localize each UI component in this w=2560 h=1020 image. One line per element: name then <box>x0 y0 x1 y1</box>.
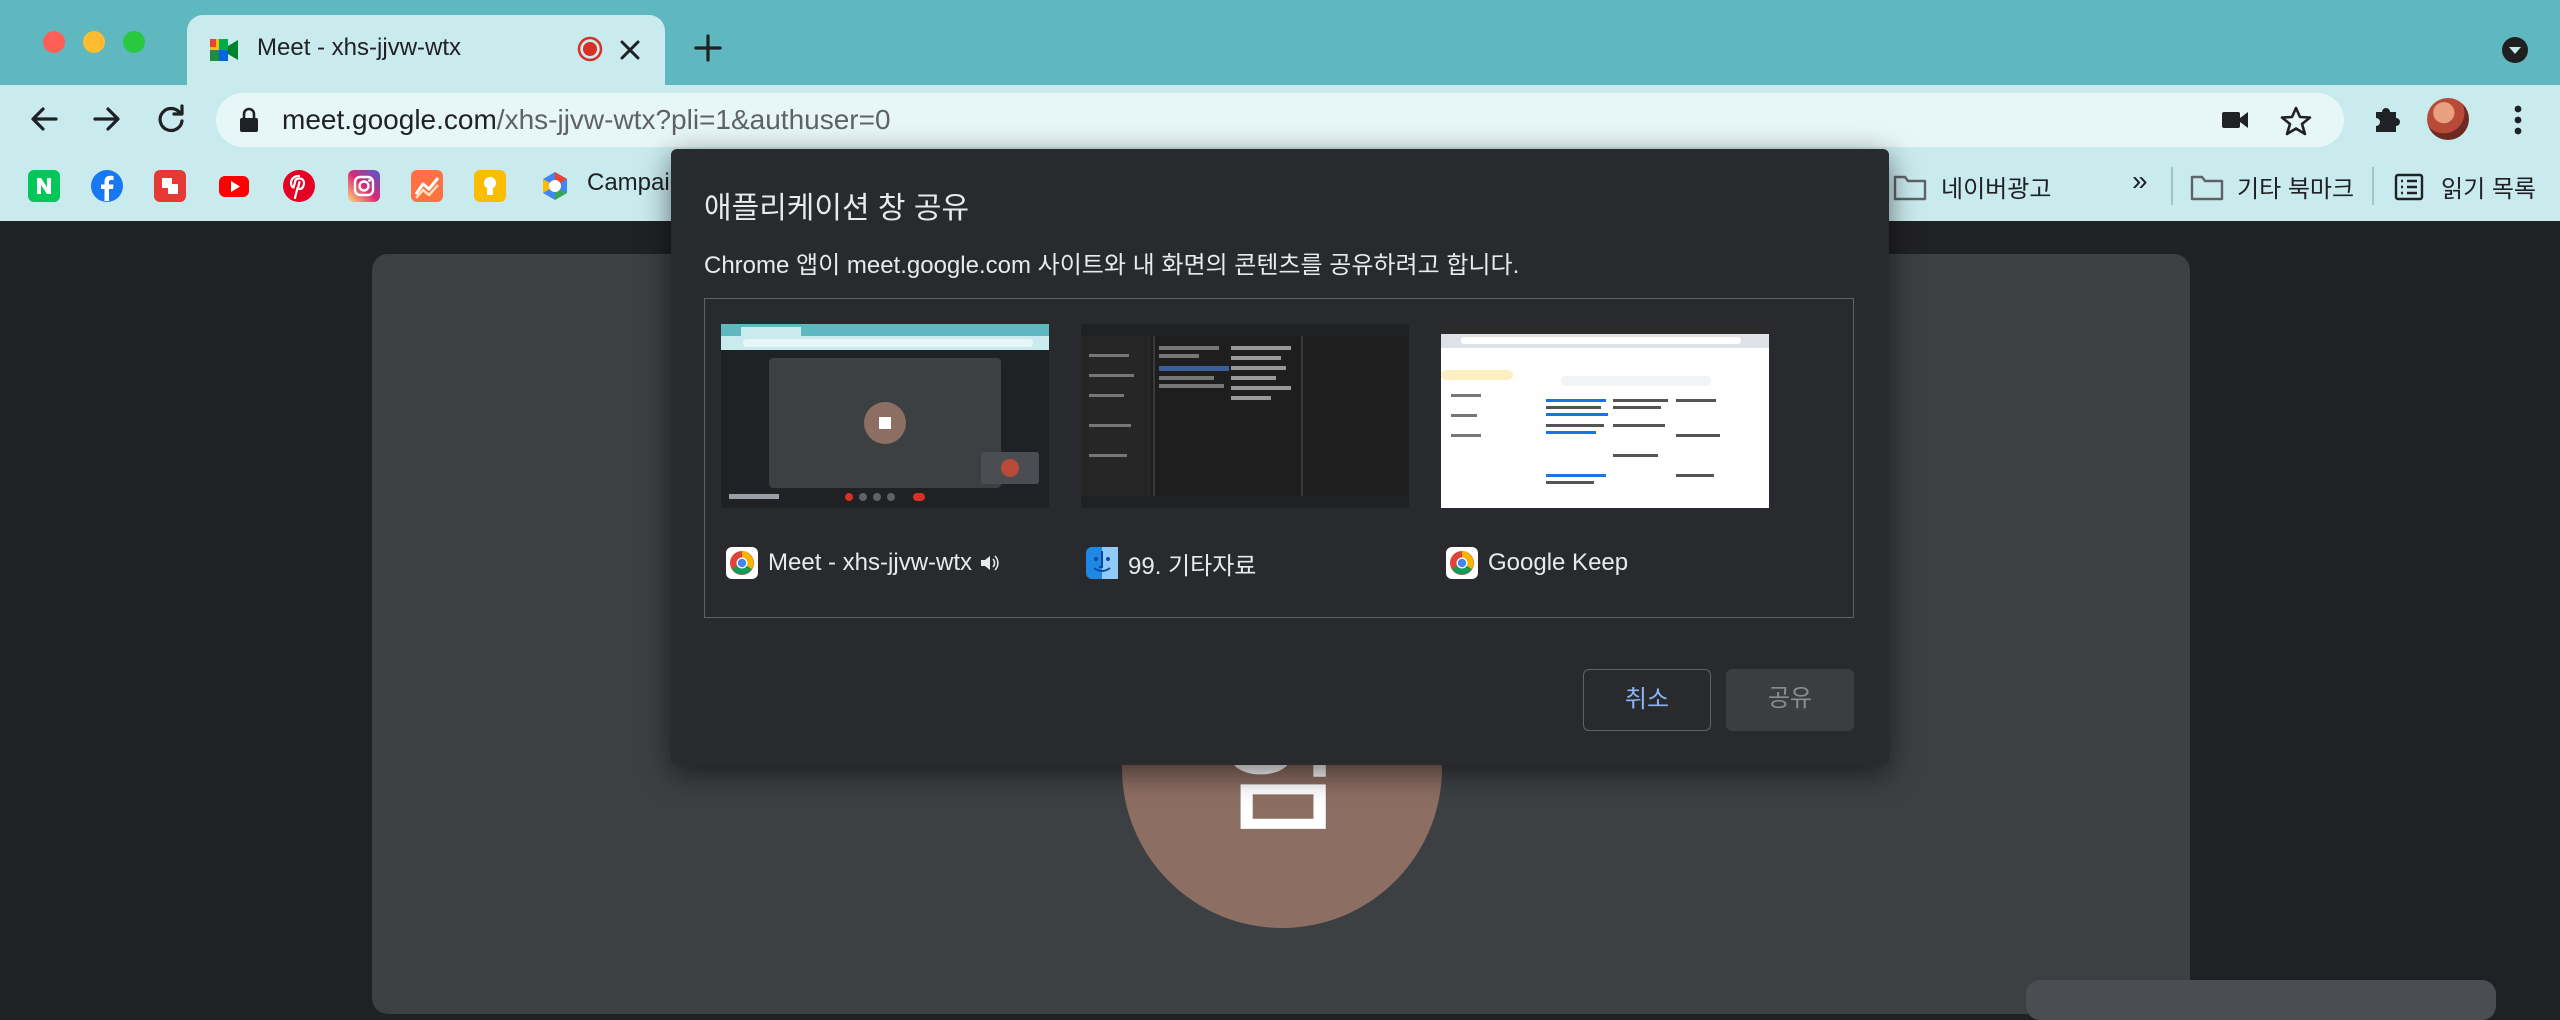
tab-meet[interactable]: Meet - xhs-jjvw-wtx <box>187 15 665 85</box>
bookmarks-overflow-button[interactable]: » <box>2132 165 2148 197</box>
share-window-dialog: 애플리케이션 창 공유 Chrome 앱이 meet.google.com 사이… <box>671 149 1889 765</box>
window-option-meet[interactable]: Meet - xhs-jjvw-wtx <box>721 324 1051 579</box>
bookmark-folder-naver-ads[interactable]: 네이버광고 <box>1941 169 2051 204</box>
tab-strip: Meet - xhs-jjvw-wtx <box>0 0 2560 85</box>
close-window-button[interactable] <box>43 31 65 53</box>
window-picker: Meet - xhs-jjvw-wtx 99. 기타자료 Google Keep <box>704 298 1854 618</box>
folder-icon[interactable] <box>1893 173 1927 201</box>
window-thumbnail-finder <box>1081 324 1409 508</box>
close-tab-icon[interactable] <box>617 37 643 63</box>
more-menu-icon[interactable] <box>2503 102 2533 138</box>
pinterest-icon[interactable] <box>283 170 315 202</box>
bookmark-campaign-label[interactable]: Campai <box>587 169 670 197</box>
window-title-finder: 99. 기타자료 <box>1128 552 1257 580</box>
bookmark-separator <box>2171 167 2173 205</box>
profile-avatar[interactable] <box>2427 98 2469 140</box>
audio-playing-icon <box>981 555 999 571</box>
other-bookmarks-label[interactable]: 기타 북마크 <box>2237 169 2354 204</box>
cancel-button[interactable]: 취소 <box>1583 669 1711 731</box>
bookmark-star-icon[interactable] <box>2280 105 2312 137</box>
red-app-icon[interactable] <box>154 170 186 202</box>
recording-icon <box>577 36 603 62</box>
window-label-finder: 99. 기타자료 <box>1086 546 1256 580</box>
campaign-icon[interactable] <box>539 170 571 202</box>
window-option-finder[interactable]: 99. 기타자료 <box>1081 324 1411 580</box>
window-label-google-keep: Google Keep <box>1446 546 1628 580</box>
other-bookmarks-folder-icon[interactable] <box>2190 173 2224 201</box>
reload-icon[interactable] <box>153 101 189 137</box>
reading-list-icon[interactable] <box>2393 173 2427 201</box>
toolbar: meet.google.com/xhs-jjvw-wtx?pli=1&authu… <box>0 85 2560 153</box>
window-option-google-keep[interactable]: Google Keep <box>1441 324 1771 579</box>
tab-title: Meet - xhs-jjvw-wtx <box>257 34 462 61</box>
keep-icon[interactable] <box>474 170 506 202</box>
window-title-meet: Meet - xhs-jjvw-wtx <box>768 549 973 576</box>
tab-search-icon[interactable] <box>2500 35 2530 65</box>
forward-icon[interactable] <box>89 101 125 137</box>
chrome-icon <box>1446 547 1478 579</box>
minimize-window-button[interactable] <box>83 31 105 53</box>
window-label-meet: Meet - xhs-jjvw-wtx <box>726 546 1000 580</box>
extensions-icon[interactable] <box>2370 102 2404 136</box>
naver-icon[interactable] <box>28 170 60 202</box>
dialog-description: Chrome 앱이 meet.google.com 사이트와 내 화면의 콘텐츠… <box>704 252 1520 279</box>
url-path: /xhs-jjvw-wtx?pli=1&authuser=0 <box>496 104 891 135</box>
share-button[interactable]: 공유 <box>1726 669 1854 731</box>
camera-indicator-icon[interactable] <box>2220 107 2250 133</box>
lock-icon[interactable] <box>238 107 260 133</box>
instagram-icon[interactable] <box>348 170 380 202</box>
google-meet-icon <box>210 39 238 61</box>
back-icon[interactable] <box>26 101 62 137</box>
new-tab-icon[interactable] <box>693 33 723 63</box>
finder-icon <box>1086 547 1118 579</box>
url-host: meet.google.com <box>282 104 497 135</box>
bookmark-separator <box>2372 167 2374 205</box>
analytics-icon[interactable] <box>411 170 443 202</box>
dialog-title: 애플리케이션 창 공유 <box>704 192 970 225</box>
window-thumbnail-google-keep <box>1441 324 1769 508</box>
youtube-icon[interactable] <box>218 170 250 202</box>
reading-list-label[interactable]: 읽기 목록 <box>2441 169 2536 204</box>
window-title-google-keep: Google Keep <box>1488 549 1629 576</box>
address-bar[interactable]: meet.google.com/xhs-jjvw-wtx?pli=1&authu… <box>216 93 2344 147</box>
zoom-window-button[interactable] <box>123 31 145 53</box>
self-view-tile[interactable] <box>2026 980 2496 1020</box>
window-thumbnail-meet <box>721 324 1049 508</box>
facebook-icon[interactable] <box>91 170 123 202</box>
chrome-icon <box>726 547 758 579</box>
url-text: meet.google.com/xhs-jjvw-wtx?pli=1&authu… <box>282 104 891 136</box>
